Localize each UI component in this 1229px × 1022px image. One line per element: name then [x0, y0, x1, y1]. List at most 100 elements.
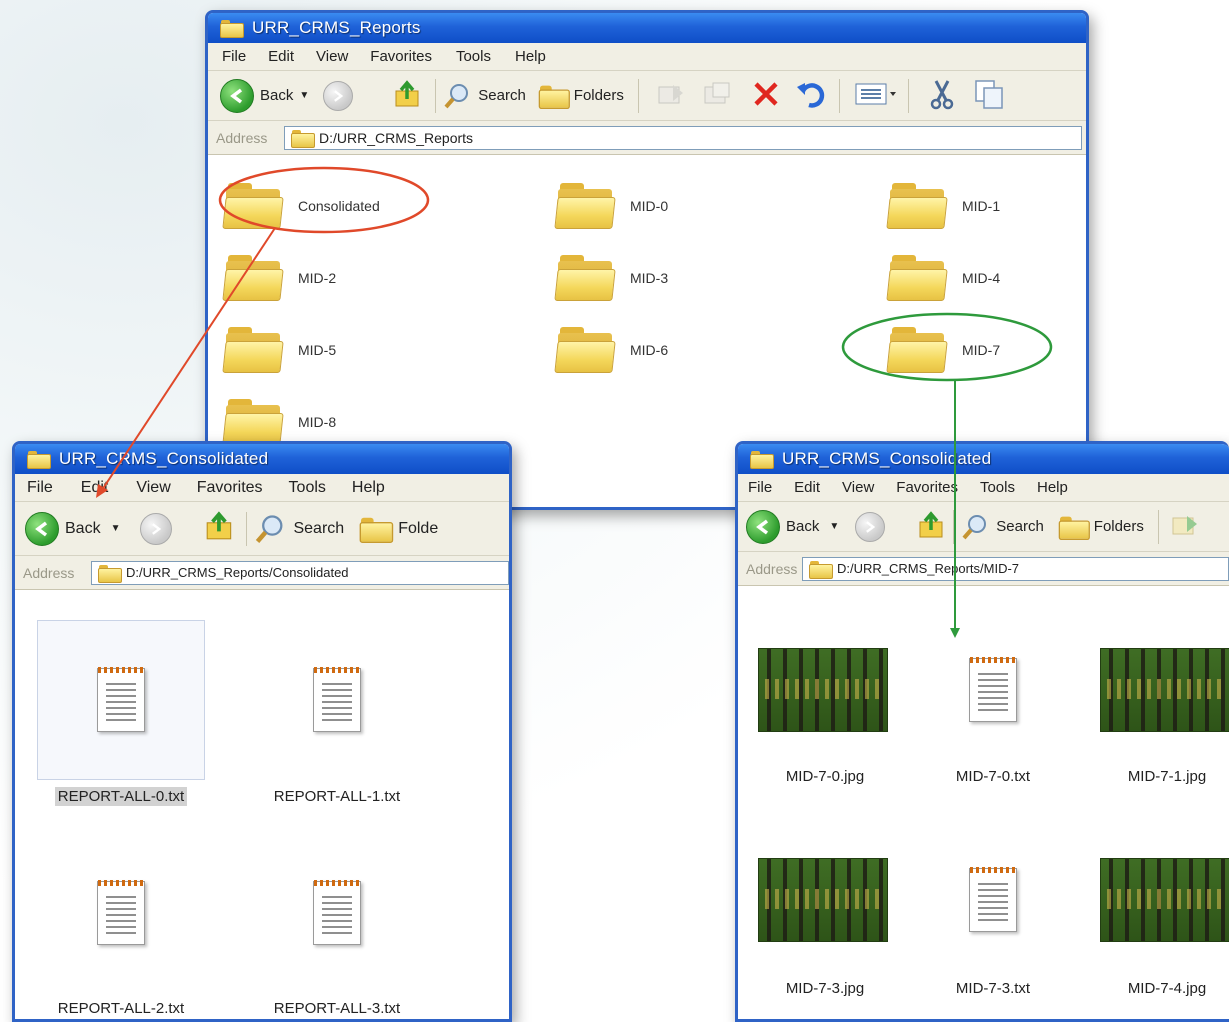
folder-mid-2[interactable]: MID-2 [222, 255, 337, 301]
menu-file[interactable]: File [748, 479, 772, 496]
back-button[interactable]: Back ▼ [746, 509, 839, 544]
file-view: MID-7-0.jpg MID-7-0.txt MID-7-1.jpg MID-… [738, 586, 1229, 1019]
file-label: MID-7-3.jpg [785, 980, 865, 997]
menu-file[interactable]: File [27, 479, 53, 497]
folder-mid-7[interactable]: MID-7 [886, 327, 1000, 373]
title-bar[interactable]: URR_CRMS_Consolidated [15, 444, 509, 474]
main-explorer-window: URR_CRMS_Reports File Edit View Favorite… [205, 10, 1089, 510]
menu-view[interactable]: View [316, 48, 348, 65]
file-mid-7-1-jpg[interactable]: MID-7-1.jpg [1100, 648, 1229, 785]
folders-icon [538, 85, 570, 109]
file-report-all-3[interactable]: REPORT-ALL-3.txt [247, 838, 427, 1017]
folder-mid-5[interactable]: MID-5 [222, 327, 337, 373]
forward-button[interactable] [855, 511, 886, 542]
folder-icon [554, 183, 616, 229]
file-mid-7-3-txt[interactable]: MID-7-3.txt [938, 858, 1048, 997]
toolbar-separator [838, 78, 840, 113]
text-file-icon [969, 657, 1017, 722]
back-button[interactable]: Back ▼ [220, 78, 309, 113]
address-input[interactable]: D:/URR_CRMS_Reports/MID-7 [802, 556, 1229, 581]
search-label: Search [996, 518, 1044, 535]
undo-icon[interactable] [795, 79, 827, 113]
move-to-icon[interactable] [1171, 512, 1201, 542]
file-report-all-1[interactable]: REPORT-ALL-1.txt [247, 620, 427, 805]
menu-bar: File Edit View Favorites Tools Help [208, 43, 1086, 71]
up-folder-icon[interactable] [917, 510, 947, 544]
menu-help[interactable]: Help [515, 48, 546, 65]
menu-favorites[interactable]: Favorites [896, 479, 958, 496]
title-bar[interactable]: URR_CRMS_Consolidated [738, 444, 1229, 474]
file-mid-7-4-jpg[interactable]: MID-7-4.jpg [1100, 858, 1229, 997]
address-input[interactable]: D:/URR_CRMS_Reports [284, 125, 1082, 150]
move-to-icon[interactable] [657, 81, 687, 111]
folder-label: MID-1 [962, 198, 1001, 214]
folder-label: MID-0 [630, 198, 669, 214]
delete-icon[interactable] [751, 79, 781, 113]
menu-bar: File Edit View Favorites Tools Help [738, 474, 1229, 502]
views-icon[interactable] [854, 81, 898, 111]
folder-consolidated[interactable]: Consolidated [222, 183, 380, 229]
forward-button[interactable] [323, 80, 354, 111]
folder-mid-3[interactable]: MID-3 [554, 255, 669, 301]
menu-tools[interactable]: Tools [456, 48, 491, 65]
address-label: Address [216, 129, 268, 146]
menu-edit[interactable]: Edit [794, 479, 820, 496]
menu-edit[interactable]: Edit [268, 48, 294, 65]
cut-icon[interactable] [927, 78, 957, 114]
search-button[interactable]: Search [253, 512, 344, 546]
menu-tools[interactable]: Tools [289, 479, 326, 497]
file-mid-7-0-jpg[interactable]: MID-7-0.jpg [758, 648, 892, 785]
text-file-icon [969, 867, 1017, 932]
search-button[interactable]: Search [442, 81, 526, 111]
file-report-all-0[interactable]: REPORT-ALL-0.txt [37, 620, 205, 806]
menu-tools[interactable]: Tools [980, 479, 1015, 496]
folder-icon [222, 399, 284, 445]
up-folder-icon[interactable] [204, 510, 236, 547]
forward-button[interactable] [140, 512, 173, 545]
toolbar-separator [637, 78, 639, 113]
address-text: D:/URR_CRMS_Reports/Consolidated [126, 565, 349, 580]
address-label: Address [746, 560, 798, 577]
folder-label: MID-5 [298, 342, 337, 358]
copy-icon[interactable] [973, 78, 1005, 114]
title-bar[interactable]: URR_CRMS_Reports [208, 13, 1086, 43]
address-text: D:/URR_CRMS_Reports/MID-7 [837, 561, 1020, 576]
file-label: MID-7-0.txt [955, 768, 1031, 785]
menu-view[interactable]: View [136, 479, 170, 497]
menu-favorites[interactable]: Favorites [370, 48, 432, 65]
folder-mid-0[interactable]: MID-0 [554, 183, 669, 229]
menu-view[interactable]: View [842, 479, 874, 496]
copy-to-icon[interactable] [703, 81, 733, 111]
menu-help[interactable]: Help [352, 479, 385, 497]
up-folder-icon[interactable] [393, 79, 423, 113]
menu-edit[interactable]: Edit [81, 479, 109, 497]
folder-label: MID-3 [630, 270, 669, 286]
back-button[interactable]: Back ▼ [25, 511, 121, 546]
folders-button[interactable]: Folde [359, 517, 438, 543]
menu-favorites[interactable]: Favorites [197, 479, 263, 497]
file-mid-7-3-jpg[interactable]: MID-7-3.jpg [758, 858, 892, 997]
folder-icon [222, 183, 284, 229]
folder-label: MID-4 [962, 270, 1001, 286]
menu-file[interactable]: File [222, 48, 246, 65]
folder-mid-6[interactable]: MID-6 [554, 327, 668, 373]
folders-button[interactable]: Folders [538, 85, 624, 109]
folder-mid-4[interactable]: MID-4 [886, 255, 1001, 301]
search-button[interactable]: Search [960, 512, 1044, 542]
folder-icon [27, 451, 51, 469]
menu-help[interactable]: Help [1037, 479, 1068, 496]
address-input[interactable]: D:/URR_CRMS_Reports/Consolidated [91, 560, 509, 585]
folder-mid-1[interactable]: MID-1 [886, 183, 1001, 229]
menu-bar: File Edit View Favorites Tools Help [15, 474, 509, 502]
file-mid-7-0-txt[interactable]: MID-7-0.txt [938, 648, 1048, 785]
file-label: REPORT-ALL-3.txt [273, 1000, 401, 1017]
dropdown-arrow-icon[interactable]: ▼ [299, 90, 309, 101]
folder-mid-8[interactable]: MID-8 [222, 399, 336, 445]
dropdown-arrow-icon[interactable]: ▼ [111, 523, 121, 534]
folders-button[interactable]: Folders [1058, 516, 1144, 540]
file-label: REPORT-ALL-0.txt [54, 787, 188, 806]
dropdown-arrow-icon[interactable]: ▼ [829, 521, 839, 532]
address-bar: Address D:/URR_CRMS_Reports/Consolidated [15, 556, 509, 590]
folder-label: MID-2 [298, 270, 337, 286]
file-report-all-2[interactable]: REPORT-ALL-2.txt [37, 838, 205, 1017]
